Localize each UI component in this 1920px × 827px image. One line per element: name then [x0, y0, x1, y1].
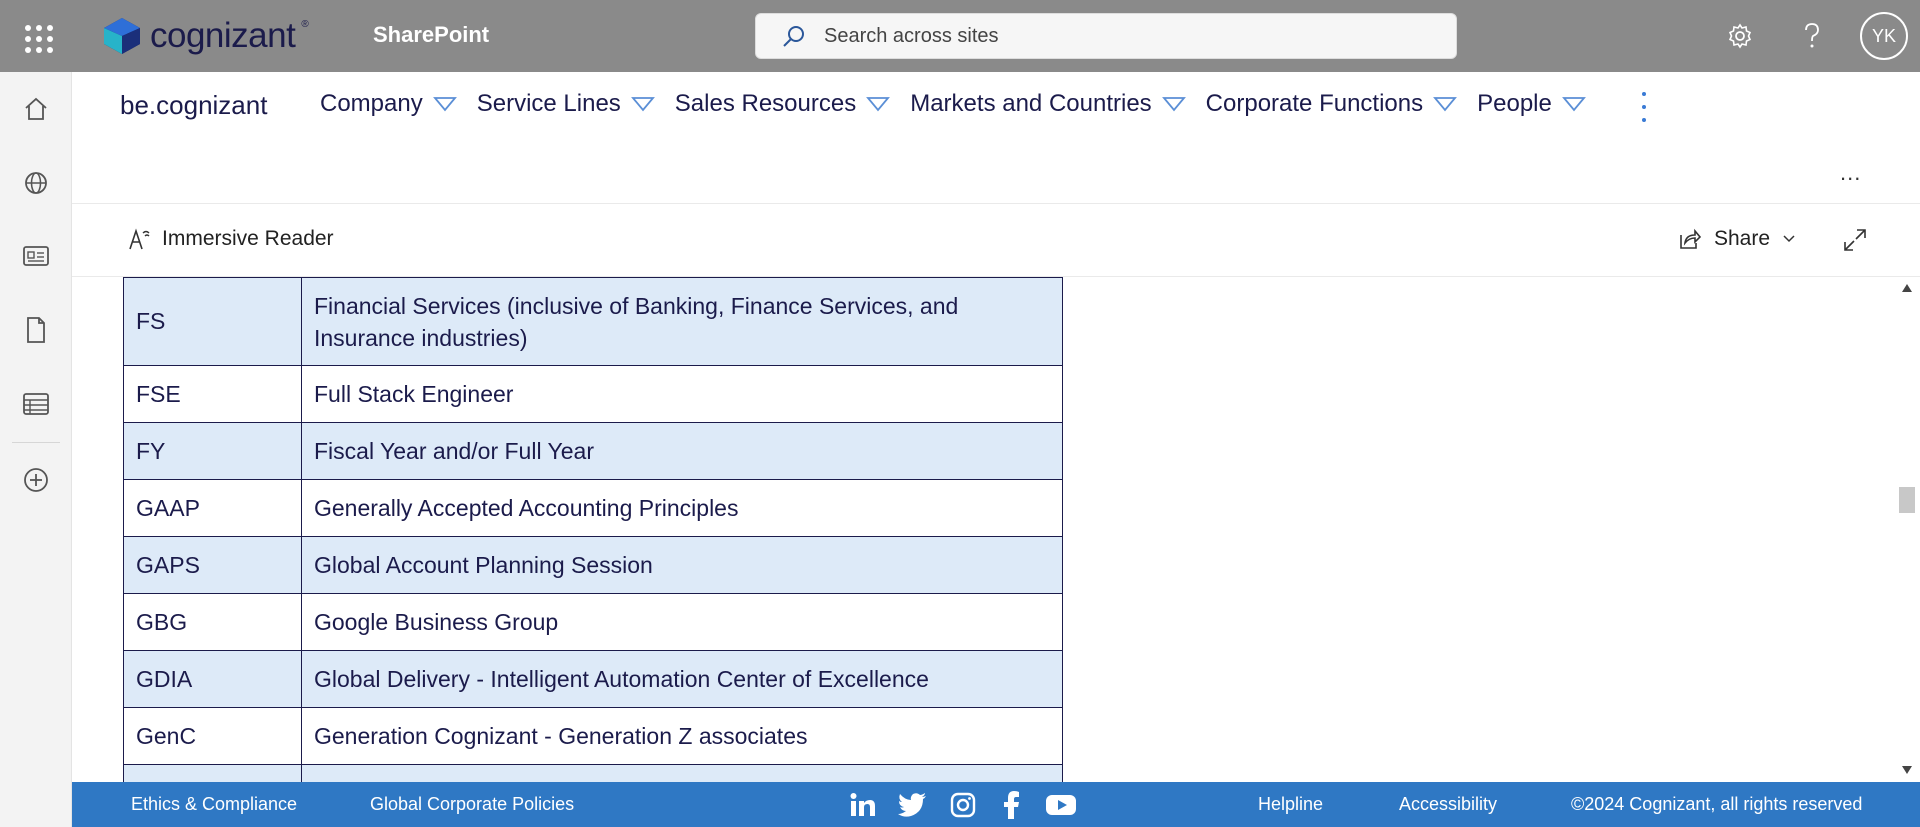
chevron-down-icon — [1561, 97, 1586, 112]
table-cell-acronym: GenC — [123, 707, 302, 765]
scroll-down-arrow-icon[interactable] — [1901, 765, 1913, 775]
table-cell-definition: Generally Accepted Accounting Principles — [301, 479, 1063, 537]
site-footer: Ethics & Compliance Global Corporate Pol… — [72, 782, 1920, 827]
nav-item-service-lines[interactable]: Service Lines — [477, 90, 655, 118]
immersive-reader-button[interactable]: Immersive Reader — [128, 227, 334, 251]
page-canvas: FS Financial Services (inclusive of Bank… — [72, 277, 1894, 782]
chevron-down-icon — [1433, 97, 1458, 112]
nav-item-sales-resources[interactable]: Sales Resources — [674, 90, 891, 118]
chevron-down-icon — [1783, 235, 1795, 243]
table-row: GAPS Global Account Planning Session — [123, 536, 1063, 594]
site-header: be.cognizant Company Service Lines Sales… — [72, 72, 1920, 204]
table-row: GAAP Generally Accepted Accounting Princ… — [123, 479, 1063, 537]
chevron-down-icon — [630, 97, 655, 112]
table-row: FS Financial Services (inclusive of Bank… — [123, 277, 1063, 366]
immersive-reader-icon — [129, 228, 150, 250]
nav-item-people[interactable]: People — [1477, 90, 1586, 118]
nav-item-label: Markets and Countries — [910, 90, 1152, 117]
footer-link-accessibility[interactable]: Accessibility — [1399, 794, 1497, 815]
nav-overflow-icon[interactable] — [1638, 92, 1650, 122]
chevron-down-icon — [432, 97, 457, 112]
instagram-icon[interactable] — [947, 790, 979, 820]
twitter-icon[interactable] — [897, 790, 929, 820]
share-label: Share — [1714, 227, 1771, 250]
youtube-icon[interactable] — [1045, 790, 1077, 820]
table-row — [123, 764, 1063, 782]
search-box[interactable] — [755, 13, 1457, 59]
nav-item-label: Sales Resources — [674, 90, 857, 117]
help-icon[interactable] — [1794, 18, 1830, 54]
search-input[interactable] — [824, 24, 1384, 48]
cognizant-logo[interactable]: cognizant ® — [100, 14, 309, 58]
logo-trademark: ® — [301, 18, 309, 30]
table-row: GBG Google Business Group — [123, 593, 1063, 651]
table-cell-definition: Google Business Group — [301, 593, 1063, 651]
table-cell-definition: Global Account Planning Session — [301, 536, 1063, 594]
table-cell-acronym: GAPS — [123, 536, 302, 594]
news-icon[interactable] — [18, 238, 54, 274]
vertical-scrollbar[interactable] — [1894, 277, 1920, 782]
left-app-bar — [0, 72, 72, 827]
rail-divider — [12, 442, 60, 443]
cognizant-logo-mark-icon — [104, 18, 140, 54]
nav-item-company[interactable]: Company — [320, 90, 457, 118]
table-cell-acronym: GBG — [123, 593, 302, 651]
search-icon — [783, 26, 804, 47]
home-icon[interactable] — [18, 91, 54, 127]
command-bar: Immersive Reader Share — [72, 205, 1920, 277]
nav-item-markets-and-countries[interactable]: Markets and Countries — [910, 90, 1186, 118]
scroll-up-arrow-icon[interactable] — [1901, 283, 1913, 293]
table-cell-acronym: FY — [123, 422, 302, 480]
table-cell-definition: Financial Services (inclusive of Banking… — [301, 277, 1063, 366]
nav-item-label: People — [1477, 90, 1552, 117]
footer-link-helpline[interactable]: Helpline — [1258, 794, 1323, 815]
document-icon[interactable] — [18, 312, 54, 348]
app-title[interactable]: SharePoint — [373, 22, 489, 48]
table-cell-definition: Full Stack Engineer — [301, 365, 1063, 423]
table-row: FY Fiscal Year and/or Full Year — [123, 422, 1063, 480]
table-row: GenC Generation Cognizant - Generation Z… — [123, 707, 1063, 765]
globe-icon[interactable] — [18, 165, 54, 201]
immersive-reader-label: Immersive Reader — [162, 227, 334, 250]
acronym-table: FS Financial Services (inclusive of Bank… — [123, 277, 1063, 782]
facebook-icon[interactable] — [995, 790, 1027, 820]
logo-wordmark: cognizant — [150, 16, 296, 55]
nav-item-corporate-functions[interactable]: Corporate Functions — [1205, 90, 1458, 118]
table-row: FSE Full Stack Engineer — [123, 365, 1063, 423]
nav-item-label: Corporate Functions — [1205, 90, 1424, 117]
table-cell-definition: Fiscal Year and/or Full Year — [301, 422, 1063, 480]
user-avatar[interactable]: YK — [1860, 12, 1908, 60]
settings-gear-icon[interactable] — [1722, 18, 1758, 54]
table-cell-acronym: FSE — [123, 365, 302, 423]
table-cell-definition: Generation Cognizant - Generation Z asso… — [301, 707, 1063, 765]
nav-item-label: Company — [320, 90, 423, 117]
suite-bar: cognizant ® SharePoint YK — [0, 0, 1920, 72]
expand-icon[interactable] — [1842, 227, 1868, 258]
footer-copyright: ©2024 Cognizant, all rights reserved — [1571, 794, 1863, 814]
scrollbar-thumb[interactable] — [1899, 487, 1915, 513]
nav-item-label: Service Lines — [476, 90, 621, 117]
table-cell-acronym: GAAP — [123, 479, 302, 537]
table-cell-definition — [301, 764, 1063, 782]
table-cell-acronym — [123, 764, 302, 782]
table-row: GDIA Global Delivery - Intelligent Autom… — [123, 650, 1063, 708]
create-plus-icon[interactable] — [18, 462, 54, 498]
table-cell-definition: Global Delivery - Intelligent Automation… — [301, 650, 1063, 708]
chevron-down-icon — [1161, 97, 1186, 112]
table-cell-acronym: GDIA — [123, 650, 302, 708]
footer-link-policies[interactable]: Global Corporate Policies — [370, 794, 574, 815]
share-icon — [1680, 228, 1702, 249]
footer-link-ethics[interactable]: Ethics & Compliance — [131, 794, 297, 815]
chevron-down-icon — [866, 97, 891, 112]
linkedin-icon[interactable] — [847, 790, 879, 820]
site-title[interactable]: be.cognizant — [120, 90, 267, 121]
app-launcher-icon[interactable] — [18, 18, 54, 54]
hub-navigation: Company Service Lines Sales Resources Ma… — [320, 90, 1606, 118]
more-actions-button[interactable]: ... — [1840, 160, 1861, 186]
table-cell-acronym: FS — [123, 277, 302, 366]
lists-icon[interactable] — [18, 386, 54, 422]
share-button[interactable]: Share — [1678, 227, 1796, 251]
